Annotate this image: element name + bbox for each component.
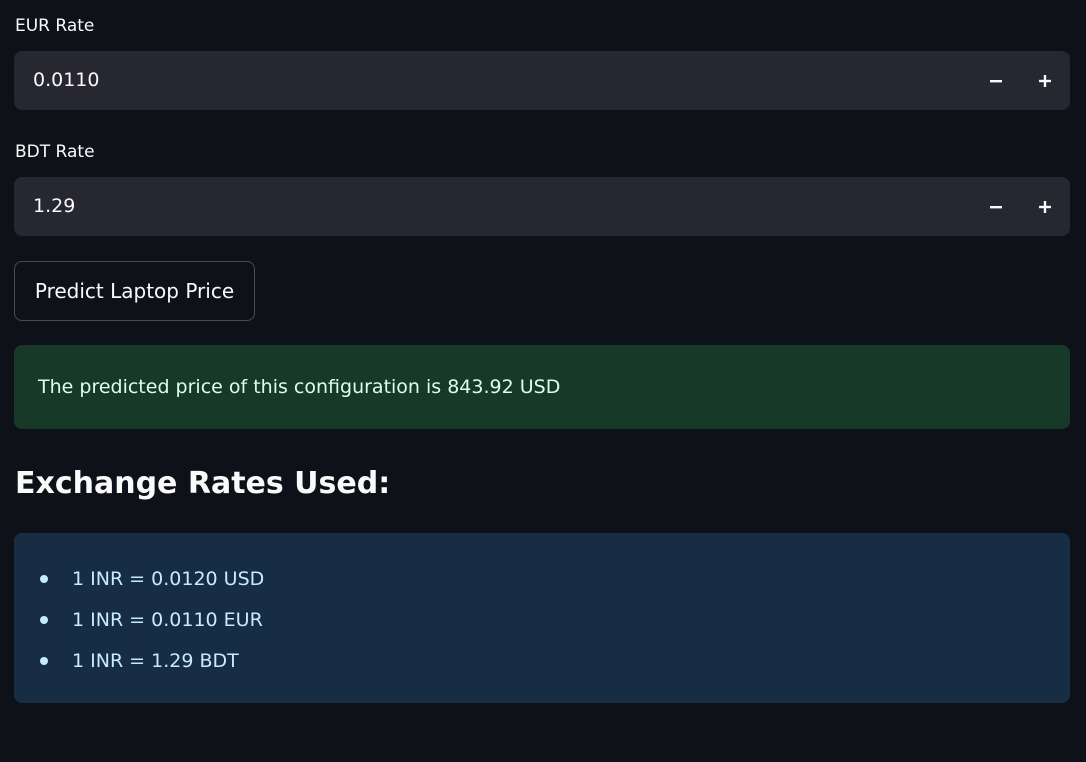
eur-rate-value[interactable]: 0.0110 — [33, 51, 99, 110]
eur-rate-number-input[interactable]: 0.0110 — [14, 51, 1070, 110]
bullet-icon — [40, 657, 48, 665]
bdt-rate-decrement-button[interactable] — [972, 177, 1020, 236]
bdt-rate-label: BDT Rate — [15, 142, 95, 162]
bullet-icon — [40, 575, 48, 583]
eur-rate-decrement-button[interactable] — [972, 51, 1020, 110]
exchange-rate-text: 1 INR = 1.29 BDT — [72, 650, 239, 672]
prediction-success-alert: The predicted price of this configuratio… — [14, 345, 1070, 429]
predict-laptop-price-button[interactable]: Predict Laptop Price — [14, 261, 255, 321]
minus-icon — [990, 205, 1002, 208]
eur-rate-increment-button[interactable] — [1021, 51, 1069, 110]
exchange-rates-info-box: 1 INR = 0.0120 USD 1 INR = 0.0110 EUR 1 … — [14, 533, 1070, 703]
bdt-rate-increment-button[interactable] — [1021, 177, 1069, 236]
bdt-rate-value[interactable]: 1.29 — [33, 177, 75, 236]
bdt-rate-number-input[interactable]: 1.29 — [14, 177, 1070, 236]
exchange-rate-item-usd: 1 INR = 0.0120 USD — [40, 566, 265, 592]
eur-rate-label: EUR Rate — [15, 16, 95, 36]
prediction-message: The predicted price of this configuratio… — [38, 376, 561, 398]
exchange-rate-text: 1 INR = 0.0120 USD — [72, 568, 265, 590]
plus-icon — [1039, 74, 1051, 87]
exchange-rates-heading: Exchange Rates Used: — [15, 466, 391, 501]
page: EUR Rate 0.0110 BDT Rate 1.29 Predict La… — [0, 0, 1086, 762]
exchange-rate-item-bdt: 1 INR = 1.29 BDT — [40, 648, 239, 674]
exchange-rate-item-eur: 1 INR = 0.0110 EUR — [40, 607, 263, 633]
bullet-icon — [40, 616, 48, 624]
plus-icon — [1039, 200, 1051, 213]
minus-icon — [990, 79, 1002, 82]
exchange-rate-text: 1 INR = 0.0110 EUR — [72, 609, 263, 631]
